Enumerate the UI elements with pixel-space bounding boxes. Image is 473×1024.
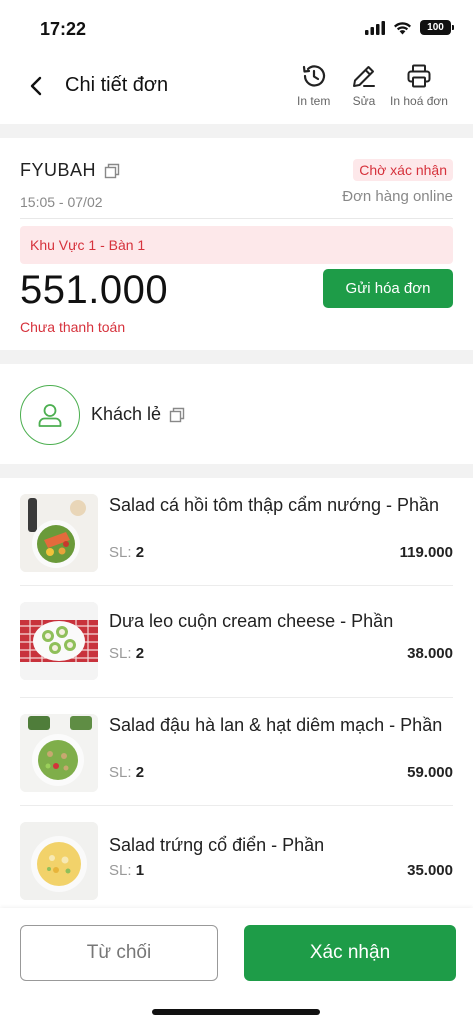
printer-icon	[407, 64, 431, 88]
status-badge: Chờ xác nhận	[353, 159, 453, 181]
chevron-left-icon	[30, 76, 42, 96]
item-price: 59.000	[407, 764, 453, 781]
order-items-list: Salad cá hồi tôm thập cẩm nướng - Phần S…	[0, 478, 473, 908]
list-item[interactable]: Salad cá hồi tôm thập cẩm nướng - Phần S…	[20, 478, 453, 586]
order-type: Đơn hàng online	[342, 188, 453, 205]
item-thumbnail	[20, 602, 98, 680]
edit-icon	[353, 66, 375, 87]
item-name: Salad cá hồi tôm thập cẩm nướng - Phần	[109, 495, 440, 515]
item-quantity: SL: 2	[109, 645, 145, 662]
item-price: 35.000	[407, 862, 453, 879]
home-indicator[interactable]	[152, 1009, 320, 1015]
salmon-salad-image	[20, 494, 98, 572]
print-label-label: In tem	[297, 94, 331, 108]
status-bar: 17:22 100	[0, 0, 473, 56]
cucumber-roll-image	[20, 602, 98, 680]
print-invoice-button[interactable]: In hoá đơn	[390, 62, 448, 108]
customer-name-row: Khách lẻ	[91, 404, 185, 425]
print-label-button[interactable]: In tem	[297, 62, 330, 108]
copy-icon[interactable]	[104, 163, 120, 179]
item-thumbnail	[20, 494, 98, 572]
page-title: Chi tiết đơn	[65, 74, 169, 96]
pea-quinoa-salad-image	[20, 714, 98, 792]
customer-name: Khách lẻ	[91, 404, 162, 424]
cellular-signal-icon	[365, 20, 385, 35]
order-summary-card: FYUBAH Chờ xác nhận 15:05 - 07/02 Đơn hà…	[0, 138, 473, 350]
send-invoice-button[interactable]: Gửi hóa đơn	[323, 269, 453, 308]
list-item[interactable]: Salad trứng cổ điển - Phần SL: 1 35.000	[20, 806, 453, 908]
item-thumbnail	[20, 822, 98, 900]
avatar	[20, 385, 80, 445]
print-invoice-label: In hoá đơn	[390, 94, 448, 108]
copy-icon[interactable]	[169, 407, 185, 423]
order-code-row: FYUBAH	[20, 160, 120, 181]
edit-button[interactable]: Sửa	[350, 62, 378, 108]
item-quantity: SL: 2	[109, 544, 145, 561]
action-footer: Từ chối Xác nhận	[0, 908, 473, 1024]
item-name: Salad trứng cổ điển - Phần	[109, 835, 325, 855]
customer-card[interactable]: Khách lẻ	[0, 364, 473, 464]
payment-status: Chưa thanh toán	[20, 319, 126, 335]
item-thumbnail	[20, 714, 98, 792]
battery-icon: 100	[420, 20, 454, 35]
table-location: Khu Vực 1 - Bàn 1	[20, 226, 453, 264]
divider	[20, 218, 453, 219]
status-time: 17:22	[40, 19, 87, 39]
history-icon	[302, 65, 325, 87]
order-code: FYUBAH	[20, 160, 97, 180]
list-item[interactable]: Salad đậu hà lan & hạt diêm mạch - Phần …	[20, 698, 453, 806]
back-button[interactable]	[22, 72, 50, 100]
reject-button[interactable]: Từ chối	[20, 925, 218, 981]
item-quantity: SL: 1	[109, 862, 145, 879]
confirm-button[interactable]: Xác nhận	[244, 925, 456, 981]
egg-salad-image	[20, 822, 98, 900]
total-amount: 551.000	[20, 268, 169, 312]
edit-label: Sửa	[352, 94, 376, 108]
order-detail-screen: 17:22 100 Chi tiết đơn In tem Sửa In hoá…	[0, 0, 473, 1024]
order-time: 15:05 - 07/02	[20, 194, 103, 210]
item-quantity: SL: 2	[109, 764, 145, 781]
user-icon	[38, 404, 62, 427]
item-price: 38.000	[407, 645, 453, 662]
wifi-icon	[394, 21, 411, 34]
item-name: Salad đậu hà lan & hạt diêm mạch - Phần	[109, 715, 443, 735]
list-item[interactable]: Dưa leo cuộn cream cheese - Phần SL: 2 3…	[20, 586, 453, 698]
item-name: Dưa leo cuộn cream cheese - Phần	[109, 611, 394, 631]
status-icons: 100	[365, 20, 454, 35]
header: Chi tiết đơn In tem Sửa In hoá đơn	[0, 56, 473, 124]
item-price: 119.000	[399, 544, 453, 561]
